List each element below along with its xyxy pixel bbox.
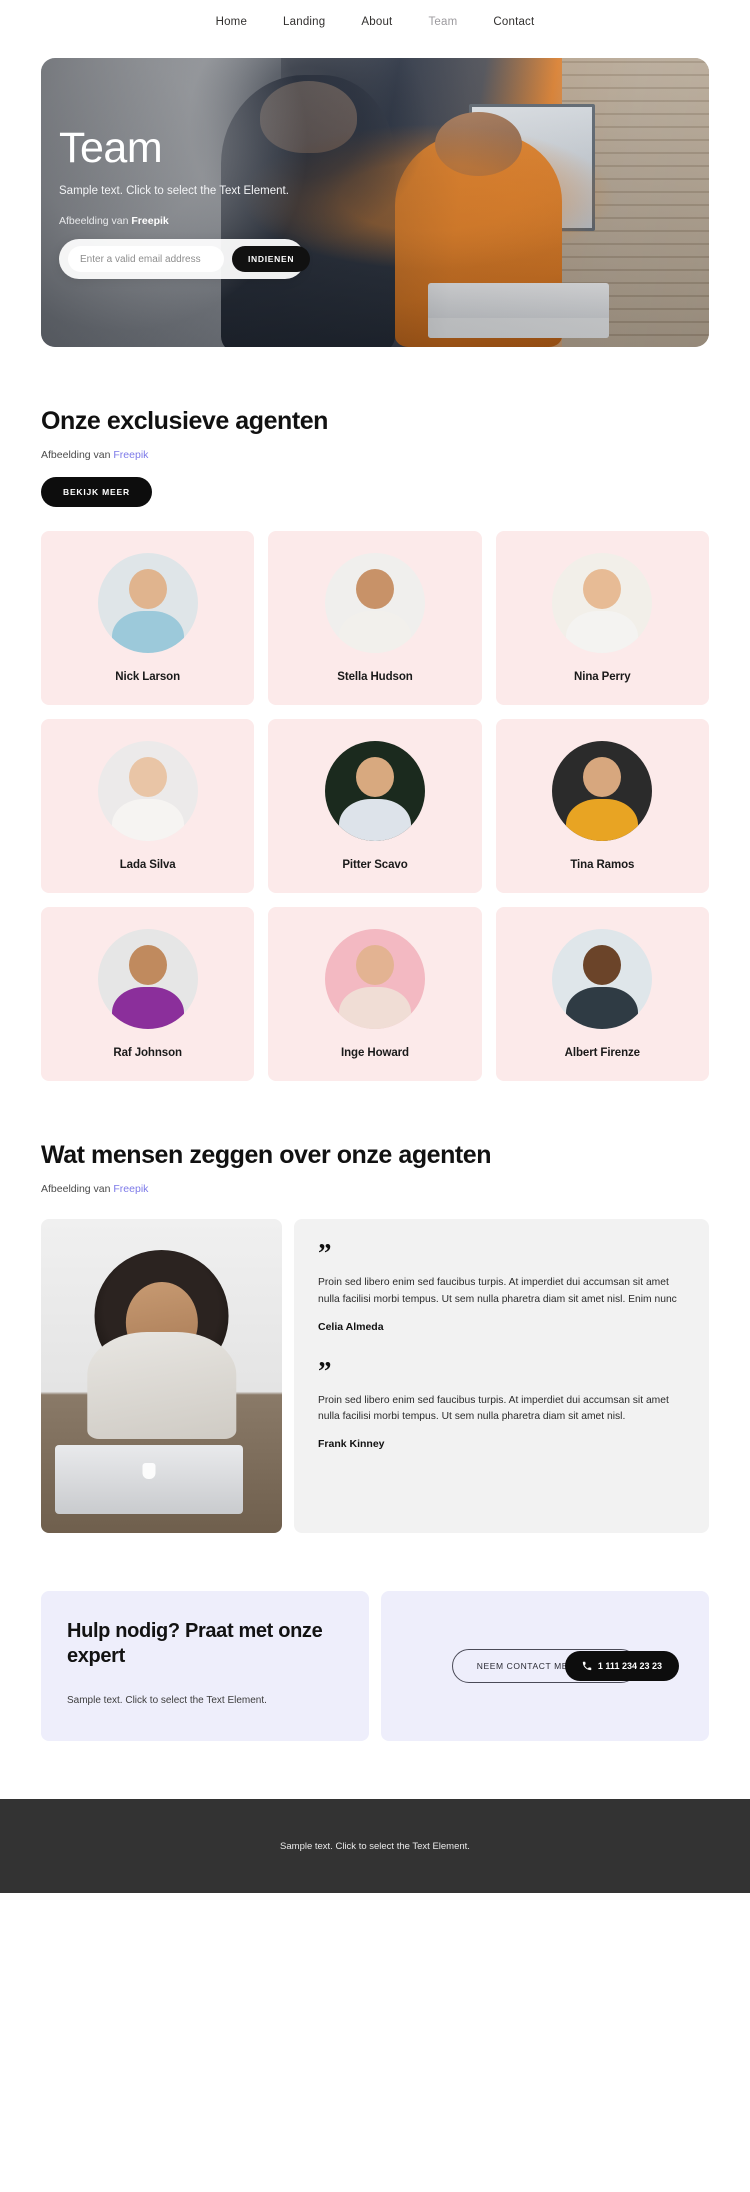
photo-body	[86, 1332, 237, 1439]
hero-credit-source: Freepik	[131, 215, 169, 228]
testimonials-title: Wat mensen zeggen over onze agenten	[41, 1141, 492, 1169]
nav-item-landing[interactable]: Landing	[283, 16, 325, 28]
cta-title: Hulp nodig? Praat met onze expert	[67, 1620, 323, 1668]
submit-button[interactable]: INDIENEN	[232, 246, 311, 273]
testimonial-divider	[318, 1333, 685, 1363]
photo-laptop	[55, 1445, 244, 1515]
testimonial-text: Proin sed libero enim sed faucibus turpi…	[318, 1277, 677, 1305]
agents-title: Onze exclusieve agenten	[41, 407, 329, 435]
hero-title: Team	[59, 123, 163, 172]
nav-item-team[interactable]: Team	[428, 16, 457, 28]
avatar	[324, 553, 425, 653]
hero-image-credit: Afbeelding van Freepik	[59, 215, 691, 227]
testimonials-credit-prefix: Afbeelding van	[41, 1183, 114, 1195]
avatar	[552, 741, 653, 841]
team-member-card[interactable]: Nick Larson	[41, 531, 255, 705]
hero-content: Team Sample text. Click to select the Te…	[59, 58, 691, 347]
avatar	[324, 929, 425, 1029]
testimonials-image-credit: Afbeelding van Freepik	[41, 1183, 709, 1195]
team-member-card[interactable]: Raf Johnson	[41, 907, 255, 1081]
nav-item-contact[interactable]: Contact	[493, 16, 534, 28]
hero-subscribe-form: INDIENEN	[59, 239, 311, 280]
member-name: Pitter Scavo	[342, 859, 408, 871]
team-grid: Nick Larson Stella Hudson Nina Perry Lad…	[41, 531, 709, 1081]
avatar	[552, 929, 653, 1029]
testimonial-text: Proin sed libero enim sed faucibus turpi…	[318, 1394, 669, 1423]
team-member-card[interactable]: Pitter Scavo	[268, 719, 482, 893]
testimonial-card: ” Proin sed libero enim sed faucibus tur…	[294, 1219, 709, 1533]
testimonial-author: Frank Kinney	[318, 1438, 385, 1451]
testimonial-photo	[41, 1219, 282, 1533]
avatar	[324, 741, 425, 841]
agents-credit-prefix: Afbeelding van	[41, 449, 114, 461]
freepik-link[interactable]: Freepik	[113, 449, 148, 461]
phone-icon	[582, 1661, 592, 1671]
main-navigation: Home Landing About Team Contact	[0, 0, 750, 38]
view-more-button[interactable]: BEKIJK MEER	[41, 477, 152, 507]
avatar	[97, 553, 198, 653]
cta-row: Hulp nodig? Praat met onze expert Sample…	[41, 1591, 709, 1741]
member-name: Tina Ramos	[570, 859, 635, 871]
team-member-card[interactable]: Stella Hudson	[268, 531, 482, 705]
site-footer: Sample text. Click to select the Text El…	[0, 1799, 750, 1893]
testimonials-section: Wat mensen zeggen over onze agenten Afbe…	[0, 1141, 750, 1533]
footer-text: Sample text. Click to select the Text El…	[280, 1840, 470, 1852]
hero-subtitle: Sample text. Click to select the Text El…	[59, 185, 289, 198]
avatar	[552, 553, 653, 653]
cta-text-card: Hulp nodig? Praat met onze expert Sample…	[41, 1591, 369, 1741]
testimonial-author: Celia Almeda	[318, 1320, 384, 1333]
avatar	[97, 929, 198, 1029]
member-name: Nick Larson	[115, 671, 181, 683]
member-name: Stella Hudson	[337, 671, 413, 683]
team-member-card[interactable]: Lada Silva	[41, 719, 255, 893]
freepik-link[interactable]: Freepik	[113, 1183, 148, 1195]
nav-item-about[interactable]: About	[361, 16, 392, 28]
member-name: Lada Silva	[119, 859, 176, 871]
phone-badge[interactable]: 1 111 234 23 23	[564, 1651, 679, 1681]
hero-section: Team Sample text. Click to select the Te…	[0, 38, 750, 347]
team-member-card[interactable]: Tina Ramos	[495, 719, 709, 893]
member-name: Raf Johnson	[113, 1047, 182, 1059]
member-name: Nina Perry	[574, 671, 631, 683]
member-name: Albert Firenze	[564, 1047, 640, 1059]
testimonials-row: ” Proin sed libero enim sed faucibus tur…	[41, 1219, 709, 1533]
hero-banner: Team Sample text. Click to select the Te…	[41, 58, 709, 347]
team-member-card[interactable]: Inge Howard	[268, 907, 482, 1081]
agents-section: Onze exclusieve agenten Afbeelding van F…	[0, 407, 750, 1081]
quote-icon: ”	[318, 1355, 332, 1386]
team-member-card[interactable]: Albert Firenze	[495, 907, 709, 1081]
cta-action-card: NEEM CONTACT MET ONS OP 1 111 234 23 23	[381, 1591, 709, 1741]
phone-number: 1 111 234 23 23	[597, 1661, 662, 1671]
avatar	[97, 741, 198, 841]
nav-item-home[interactable]: Home	[216, 16, 247, 28]
email-input[interactable]	[68, 246, 224, 273]
agents-image-credit: Afbeelding van Freepik	[41, 449, 709, 461]
quote-icon: ”	[318, 1238, 332, 1268]
cta-section: Hulp nodig? Praat met onze expert Sample…	[0, 1591, 750, 1741]
hero-credit-prefix: Afbeelding van	[59, 215, 132, 228]
team-member-card[interactable]: Nina Perry	[495, 531, 709, 705]
cta-subtitle: Sample text. Click to select the Text El…	[67, 1695, 267, 1707]
member-name: Inge Howard	[341, 1047, 409, 1059]
